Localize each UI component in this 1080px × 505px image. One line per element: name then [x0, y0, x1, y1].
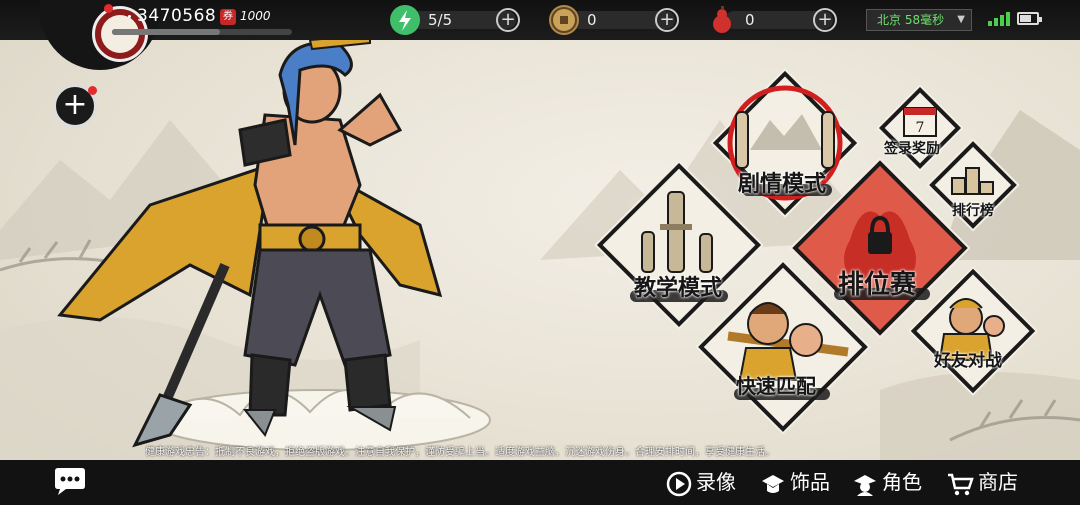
xp-bar: [112, 29, 292, 35]
nav-record-label: 录像: [696, 470, 736, 494]
nav-record[interactable]: 录像: [666, 468, 736, 496]
ticket-value: 1000: [240, 9, 271, 23]
add-notification-dot: [88, 86, 97, 95]
coin-value: 3470568: [137, 6, 217, 26]
cart-icon: [948, 473, 974, 495]
server-label: 北京 58毫秒: [877, 13, 945, 27]
quick-match-button[interactable]: 快速匹配: [698, 262, 868, 432]
health-notice: 健康游戏忠告：抵制不良游戏，拒绝盗版游戏。注意自我保护，谨防受骗上当。适度游戏益…: [145, 447, 775, 458]
quick-match-label: 快速匹配: [736, 374, 816, 398]
energy-resource: 5/5 +: [390, 5, 530, 35]
hero-character[interactable]: [40, 35, 500, 465]
gourd-resource: 0 +: [707, 5, 847, 35]
server-selector[interactable]: 北京 58毫秒 ▼: [866, 9, 972, 31]
chat-button[interactable]: [52, 466, 88, 498]
nav-character-label: 角色: [882, 470, 922, 494]
scholar-hat-icon: [762, 474, 784, 493]
add-copper-button[interactable]: +: [655, 8, 679, 32]
nav-shop[interactable]: 商店: [946, 468, 1018, 496]
copper-coin-icon: [549, 5, 579, 35]
chat-bubble-icon: [55, 468, 85, 495]
coin-counter: 3470568: [128, 6, 216, 26]
character-icon: [854, 474, 876, 496]
ticket-icon: 券: [220, 9, 236, 25]
nav-accessory[interactable]: 饰品: [760, 468, 830, 496]
signal-icon: [988, 12, 1010, 26]
nav-character[interactable]: 角色: [852, 468, 922, 496]
avatar-notification-dot: [104, 4, 113, 13]
lightning-icon: [390, 5, 420, 35]
battery-icon: [1017, 12, 1042, 25]
play-circle-icon: [666, 471, 692, 496]
add-energy-button[interactable]: +: [496, 8, 520, 32]
chevron-down-icon: ▼: [957, 14, 965, 25]
svg-text:7: 7: [916, 120, 925, 136]
friend-battle-label: 好友对战: [934, 351, 1002, 371]
friend-battle-button[interactable]: 好友对战: [910, 268, 1036, 394]
gourd-icon: [707, 5, 737, 35]
nav-shop-label: 商店: [978, 470, 1018, 494]
add-gourd-button[interactable]: +: [813, 8, 837, 32]
copper-resource: 0 +: [549, 5, 689, 35]
nav-accessory-label: 饰品: [790, 470, 830, 494]
